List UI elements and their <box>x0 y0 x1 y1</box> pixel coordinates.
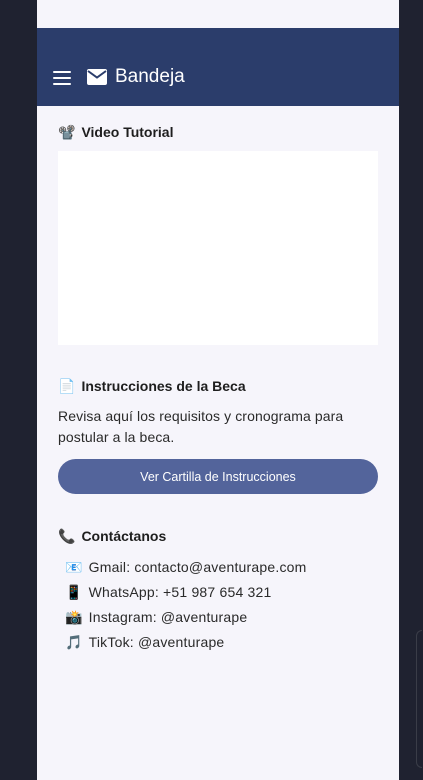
contact-section-title: 📞 Contáctanos <box>58 526 378 546</box>
contact-item-whatsapp[interactable]: 📱 WhatsApp: +51 987 654 321 <box>65 579 378 604</box>
contact-item-text: Instagram: @aventurape <box>88 608 248 625</box>
video-section-title: 📽️ Video Tutorial <box>58 122 378 142</box>
contact-item-tiktok[interactable]: 🎵 TikTok: @aventurape <box>65 629 378 654</box>
view-instructions-button[interactable]: Ver Cartilla de Instrucciones <box>58 459 378 494</box>
app-bar: Bandeja <box>37 28 399 106</box>
contact-title-label: Contáctanos <box>81 528 167 544</box>
phone-icon: 📞 <box>58 528 76 544</box>
contact-item-instagram[interactable]: 📸 Instagram: @aventurape <box>65 604 378 629</box>
mobile-phone-icon: 📱 <box>65 583 83 600</box>
contact-item-gmail[interactable]: 📧 Gmail: contacto@aventurape.com <box>65 554 378 579</box>
contact-item-text: WhatsApp: +51 987 654 321 <box>88 583 272 600</box>
instructions-description: Revisa aquí los requisitos y cronograma … <box>58 408 344 445</box>
page-title: Bandeja <box>115 66 185 87</box>
contact-item-text: Gmail: contacto@aventurape.com <box>88 558 307 575</box>
email-icon: 📧 <box>65 558 83 575</box>
contact-item-text: TikTok: @aventurape <box>88 633 225 650</box>
status-bar <box>37 0 399 28</box>
app-screen: Bandeja 📽️ Video Tutorial 📄 Instruccione… <box>37 0 399 780</box>
document-icon: 📄 <box>58 378 76 394</box>
music-note-icon: 🎵 <box>65 633 83 650</box>
video-player[interactable] <box>58 151 378 345</box>
scroll-handle[interactable] <box>416 630 422 768</box>
mail-icon <box>87 69 107 85</box>
film-projector-icon: 📽️ <box>58 124 76 140</box>
menu-icon[interactable] <box>53 71 71 85</box>
instructions-section-title: 📄 Instrucciones de la Beca <box>58 376 378 396</box>
contact-list: 📧 Gmail: contacto@aventurape.com 📱 Whats… <box>58 554 378 654</box>
instructions-title-label: Instrucciones de la Beca <box>81 378 246 394</box>
camera-flash-icon: 📸 <box>65 608 83 625</box>
main-content: 📽️ Video Tutorial 📄 Instrucciones de la … <box>58 106 378 654</box>
video-title-label: Video Tutorial <box>81 124 174 140</box>
